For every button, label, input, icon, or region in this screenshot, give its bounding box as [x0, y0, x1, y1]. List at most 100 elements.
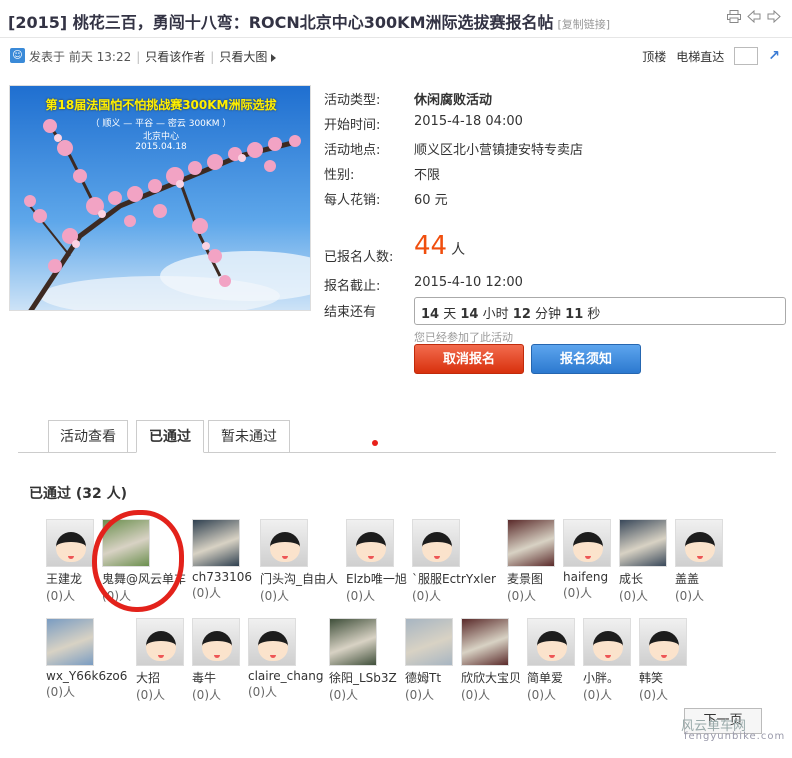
cancel-registration-button[interactable]: 取消报名: [414, 344, 524, 374]
member-name[interactable]: haifeng: [563, 570, 623, 584]
avatar[interactable]: [346, 519, 394, 567]
member-name[interactable]: 盖盖: [675, 570, 735, 587]
member-count: (0)人: [639, 688, 668, 702]
member-item[interactable]: 徐阳_LSb3Z (0)人: [329, 618, 397, 703]
avatar[interactable]: [405, 618, 453, 666]
member-item[interactable]: wx_Y66k6zo6 (0)人: [46, 618, 127, 700]
avatar[interactable]: [461, 618, 509, 666]
member-item[interactable]: 德姆Tt (0)人: [405, 618, 465, 703]
next-thread-icon[interactable]: [766, 9, 782, 24]
only-big-image-link[interactable]: 只看大图: [219, 50, 267, 64]
poster-org: 北京中心: [142, 132, 179, 142]
member-name[interactable]: 徐阳_LSb3Z: [329, 669, 397, 686]
countdown-hours: 14: [460, 307, 479, 322]
title-icons: [726, 9, 782, 24]
author-icon: ☺: [10, 48, 25, 63]
divider: |: [136, 50, 141, 64]
member-count: (0)人: [46, 685, 75, 699]
member-name[interactable]: 门头沟_自由人: [260, 570, 338, 587]
member-item[interactable]: 小胖。 (0)人: [583, 618, 643, 703]
poster-title: 第18届法国怕不怕挑战赛300KM洲际选拔: [45, 98, 277, 112]
member-item[interactable]: 盖盖 (0)人: [675, 519, 735, 604]
avatar[interactable]: [412, 519, 460, 567]
print-icon[interactable]: [726, 10, 742, 24]
avatar[interactable]: [46, 618, 94, 666]
tab-view-activity[interactable]: 活动查看: [48, 420, 128, 453]
avatar[interactable]: [639, 618, 687, 666]
deadline-label: 报名截止:: [324, 279, 381, 294]
red-dot: [372, 440, 378, 446]
member-name[interactable]: 成长: [619, 570, 679, 587]
deadline-value: 2015-4-10 12:00: [414, 275, 523, 290]
red-circle-annotation: [92, 510, 184, 612]
start-label: 开始时间:: [324, 118, 381, 133]
copy-link[interactable]: [复制链接]: [558, 18, 611, 31]
avatar[interactable]: [563, 519, 611, 567]
avatar[interactable]: [619, 519, 667, 567]
avatar[interactable]: [527, 618, 575, 666]
member-name[interactable]: claire_chang: [248, 669, 323, 683]
member-name[interactable]: 欣欣大宝贝: [461, 669, 521, 686]
avatar[interactable]: [329, 618, 377, 666]
type-value: 休闲腐败活动: [414, 93, 493, 108]
tab-approved[interactable]: 已通过: [136, 420, 204, 453]
member-name[interactable]: `服服EctrYxler: [412, 570, 496, 587]
member-item[interactable]: 麦景图 (0)人: [507, 519, 567, 604]
member-name[interactable]: 韩笑: [639, 669, 699, 686]
countdown-box: 14 天 14 小时 12 分钟 11 秒: [414, 297, 786, 325]
countdown-minutes: 12: [512, 307, 531, 322]
goto-floor-icon[interactable]: ↗: [768, 48, 780, 64]
member-item[interactable]: `服服EctrYxler (0)人: [412, 519, 496, 604]
member-item[interactable]: Elzb唯一旭 (0)人: [346, 519, 407, 604]
member-item[interactable]: haifeng (0)人: [563, 519, 623, 601]
member-name[interactable]: ch733106: [192, 570, 252, 584]
avatar[interactable]: [248, 618, 296, 666]
member-item[interactable]: 毒牛 (0)人: [192, 618, 252, 703]
arrow-right-icon[interactable]: [271, 53, 277, 62]
type-label: 活动类型:: [324, 93, 381, 108]
avatar[interactable]: [192, 618, 240, 666]
tab-not-approved[interactable]: 暂未通过: [208, 420, 290, 453]
member-count: (0)人: [675, 589, 704, 603]
avatar[interactable]: [260, 519, 308, 567]
top-floor-link[interactable]: 顶楼: [642, 48, 666, 65]
member-item[interactable]: 韩笑 (0)人: [639, 618, 699, 703]
member-name[interactable]: wx_Y66k6zo6: [46, 669, 127, 683]
member-item[interactable]: claire_chang (0)人: [248, 618, 323, 700]
previous-thread-icon[interactable]: [746, 9, 762, 24]
member-name[interactable]: 小胖。: [583, 669, 643, 686]
member-item[interactable]: 门头沟_自由人 (0)人: [260, 519, 338, 604]
member-item[interactable]: 欣欣大宝贝 (0)人: [461, 618, 521, 703]
member-item[interactable]: ch733106 (0)人: [192, 519, 252, 601]
avatar[interactable]: [675, 519, 723, 567]
member-name[interactable]: 德姆Tt: [405, 669, 465, 686]
event-poster: 第18届法国怕不怕挑战赛300KM洲际选拔 （ 顺义 — 平谷 — 密云 300…: [9, 85, 311, 311]
thread-title-text: [2015] 桃花三百，勇闯十八弯：ROCN北京中心300KM洲际选拔赛报名帖: [8, 13, 554, 32]
seconds-unit: 秒: [587, 307, 601, 322]
only-author-link[interactable]: 只看该作者: [145, 50, 205, 64]
cost-value: 60 元: [414, 193, 448, 208]
member-name[interactable]: Elzb唯一旭: [346, 570, 407, 587]
member-count: (0)人: [136, 688, 165, 702]
poster-route: （ 顺义 — 平谷 — 密云 300KM ）: [90, 119, 232, 129]
avatar[interactable]: [583, 618, 631, 666]
gender-value: 不限: [414, 168, 441, 183]
member-name[interactable]: 毒牛: [192, 669, 252, 686]
member-item[interactable]: 成长 (0)人: [619, 519, 679, 604]
avatar[interactable]: [136, 618, 184, 666]
member-name[interactable]: 大招: [136, 669, 196, 686]
member-name[interactable]: 简单爱: [527, 669, 587, 686]
floor-number-input[interactable]: [734, 47, 759, 65]
member-count: (0)人: [563, 586, 592, 600]
poster-date: 2015.04.18: [135, 142, 187, 152]
avatar[interactable]: [192, 519, 240, 567]
member-item[interactable]: 简单爱 (0)人: [527, 618, 587, 703]
hours-unit: 小时: [482, 307, 509, 322]
avatar[interactable]: [507, 519, 555, 567]
member-name[interactable]: 麦景图: [507, 570, 567, 587]
avatar[interactable]: [46, 519, 94, 567]
registration-notice-button[interactable]: 报名须知: [531, 344, 641, 374]
count-label: 已报名人数:: [324, 250, 394, 265]
member-item[interactable]: 大招 (0)人: [136, 618, 196, 703]
post-info-bar: ☺ 发表于 前天 13:22 | 只看该作者 | 只看大图 顶楼 电梯直达 ↗: [0, 44, 792, 68]
